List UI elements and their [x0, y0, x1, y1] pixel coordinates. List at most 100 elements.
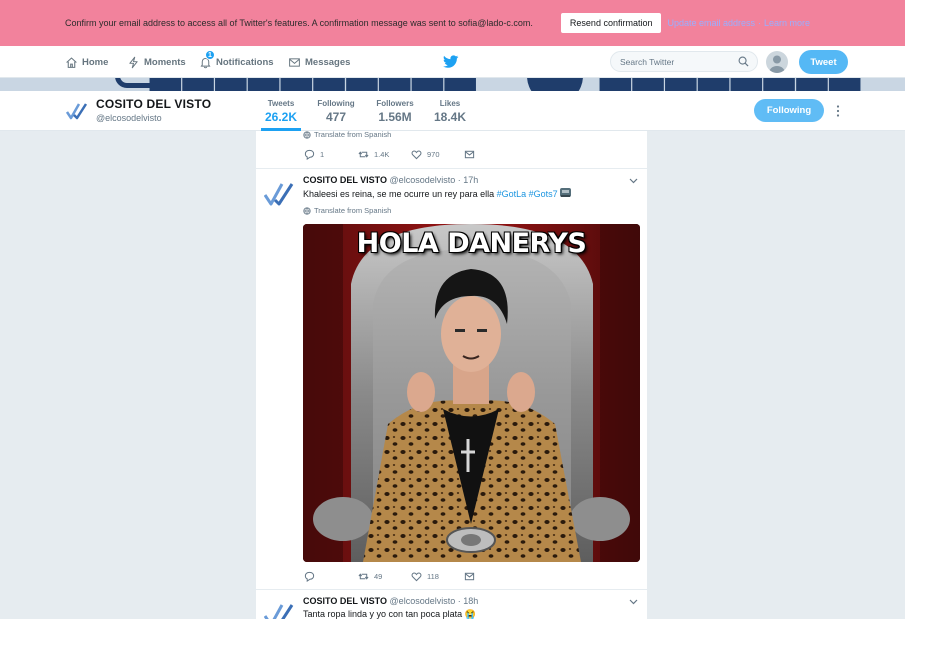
tweet-divider: [256, 589, 647, 590]
retweet-count: 49: [374, 572, 383, 581]
translate-link[interactable]: Translate from Spanish: [303, 206, 391, 215]
tweet-author-name[interactable]: COSITO DEL VISTO: [303, 175, 387, 185]
retweet-action[interactable]: 49: [358, 571, 382, 582]
heart-icon: [411, 150, 422, 160]
game-of-thrones-emoji-icon: [559, 188, 571, 197]
stat-likes-value: 18.4K: [433, 110, 467, 124]
top-navigation: Home Moments 1 Notifications Messages Se…: [0, 46, 905, 78]
stat-following[interactable]: Following 477: [313, 91, 359, 131]
profile-header-banner: ██████████ ████████: [0, 78, 905, 91]
email-confirmation-banner: Confirm your email address to access all…: [0, 0, 905, 46]
profile-name[interactable]: COSITO DEL VISTO: [96, 97, 211, 111]
tweet-timeline: Translate from Spanish 1 1.4K 970 COSITO…: [256, 131, 647, 619]
home-icon: [66, 56, 77, 68]
search-input[interactable]: Search Twitter: [610, 51, 758, 72]
like-action[interactable]: 970: [411, 149, 440, 160]
like-count: 118: [427, 572, 439, 581]
stat-tweets-value: 26.2K: [264, 110, 298, 124]
search-icon[interactable]: [738, 56, 749, 67]
user-avatar[interactable]: [766, 51, 788, 73]
stat-tweets[interactable]: Tweets 26.2K: [261, 91, 301, 131]
dm-action[interactable]: [464, 149, 475, 160]
nav-home-label: Home: [82, 56, 109, 68]
tweet-actions: 49 118: [304, 571, 504, 585]
stat-tweets-label: Tweets: [267, 99, 295, 108]
learn-more-link[interactable]: Learn more: [764, 18, 810, 28]
default-avatar-icon: [769, 55, 785, 73]
nav-messages-label: Messages: [305, 56, 351, 68]
nav-notifications[interactable]: 1 Notifications: [199, 46, 274, 78]
tweet-image[interactable]: HOLA DANERYS: [303, 224, 640, 562]
banner-separator: ·: [758, 18, 762, 28]
double-check-avatar-icon[interactable]: [264, 181, 294, 207]
profile-handle[interactable]: @elcosodelvisto: [96, 113, 162, 123]
more-options-icon[interactable]: [835, 104, 841, 118]
profile-nav-bar: COSITO DEL VISTO @elcosodelvisto Tweets …: [0, 91, 905, 131]
hashtag-link[interactable]: #Gots7: [529, 189, 558, 199]
nav-home[interactable]: Home: [65, 46, 108, 78]
globe-icon: [303, 206, 311, 215]
nav-notifications-label: Notifications: [216, 56, 274, 68]
nav-messages[interactable]: Messages: [288, 46, 350, 78]
retweet-count: 1.4K: [374, 150, 390, 159]
envelope-icon: [464, 150, 475, 159]
chevron-down-icon[interactable]: [629, 599, 638, 605]
retweet-icon: [358, 573, 369, 580]
double-check-avatar-icon[interactable]: [264, 602, 294, 619]
nav-moments-label: Moments: [144, 56, 186, 68]
like-count: 970: [427, 150, 440, 159]
like-action[interactable]: 118: [411, 571, 439, 582]
tweet-body: Khaleesi es reina, se me ocurre un rey p…: [303, 189, 497, 199]
hashtag-link[interactable]: #GotLa: [497, 189, 527, 199]
stat-following-value: 477: [325, 110, 347, 124]
globe-icon: [303, 131, 311, 139]
tweet-divider: [256, 168, 647, 169]
twitter-page: Confirm your email address to access all…: [0, 0, 905, 619]
tweet-handle-time[interactable]: @elcosodelvisto · 17h: [390, 175, 479, 185]
notifications-badge: 1: [205, 50, 215, 60]
stat-following-label: Following: [317, 99, 355, 108]
header-banner-circle: [527, 78, 583, 91]
tweet-header: COSITO DEL VISTO @elcosodelvisto · 17h: [303, 175, 478, 185]
translate-link[interactable]: Translate from Spanish: [303, 131, 391, 139]
tweet-actions: 1 1.4K 970: [304, 149, 504, 163]
envelope-icon: [464, 572, 475, 581]
search-placeholder: Search Twitter: [620, 56, 675, 67]
translate-label: Translate from Spanish: [314, 131, 392, 139]
meme-illustration: [303, 224, 640, 562]
stat-likes-label: Likes: [439, 99, 461, 108]
dm-action[interactable]: [464, 571, 475, 582]
reply-count: 1: [320, 150, 325, 159]
header-banner-graphic: ██████████: [150, 78, 478, 91]
tweet-header: COSITO DEL VISTO @elcosodelvisto · 18h: [303, 596, 478, 606]
heart-icon: [411, 572, 422, 582]
tweet-author-name[interactable]: COSITO DEL VISTO: [303, 596, 387, 606]
nav-moments[interactable]: Moments: [127, 46, 186, 78]
header-banner-graphic-2: ████████: [600, 78, 862, 91]
tweet-button[interactable]: Tweet: [799, 50, 848, 74]
stat-likes[interactable]: Likes 18.4K: [432, 91, 468, 131]
retweet-action[interactable]: 1.4K: [358, 149, 389, 160]
stat-followers-label: Followers: [376, 99, 414, 108]
banner-message: Confirm your email address to access all…: [65, 18, 533, 28]
stat-followers-value: 1.56M: [378, 110, 412, 124]
chevron-down-icon[interactable]: [629, 178, 638, 184]
twitter-bird-icon[interactable]: [443, 55, 459, 69]
following-button[interactable]: Following: [754, 99, 824, 122]
banner-email: sofia@lado-c.com: [458, 18, 531, 28]
envelope-icon: [289, 57, 300, 67]
tweet-text: Khaleesi es reina, se me ocurre un rey p…: [303, 187, 572, 199]
double-check-logo-icon[interactable]: [66, 101, 88, 121]
reply-action[interactable]: [304, 571, 320, 582]
resend-confirmation-button[interactable]: Resend confirmation: [560, 13, 662, 33]
reply-icon: [304, 571, 315, 582]
stat-followers[interactable]: Followers 1.56M: [373, 91, 417, 131]
translate-label: Translate from Spanish: [314, 206, 392, 215]
tweet-handle-time[interactable]: @elcosodelvisto · 18h: [390, 596, 479, 606]
reply-icon: [304, 149, 315, 160]
meme-caption: HOLA DANERYS: [356, 228, 587, 259]
update-email-link[interactable]: Update email address: [667, 18, 755, 28]
retweet-icon: [358, 151, 369, 158]
reply-action[interactable]: 1: [304, 149, 324, 160]
tweet-text: Tanta ropa linda y yo con tan poca plata…: [303, 609, 476, 619]
